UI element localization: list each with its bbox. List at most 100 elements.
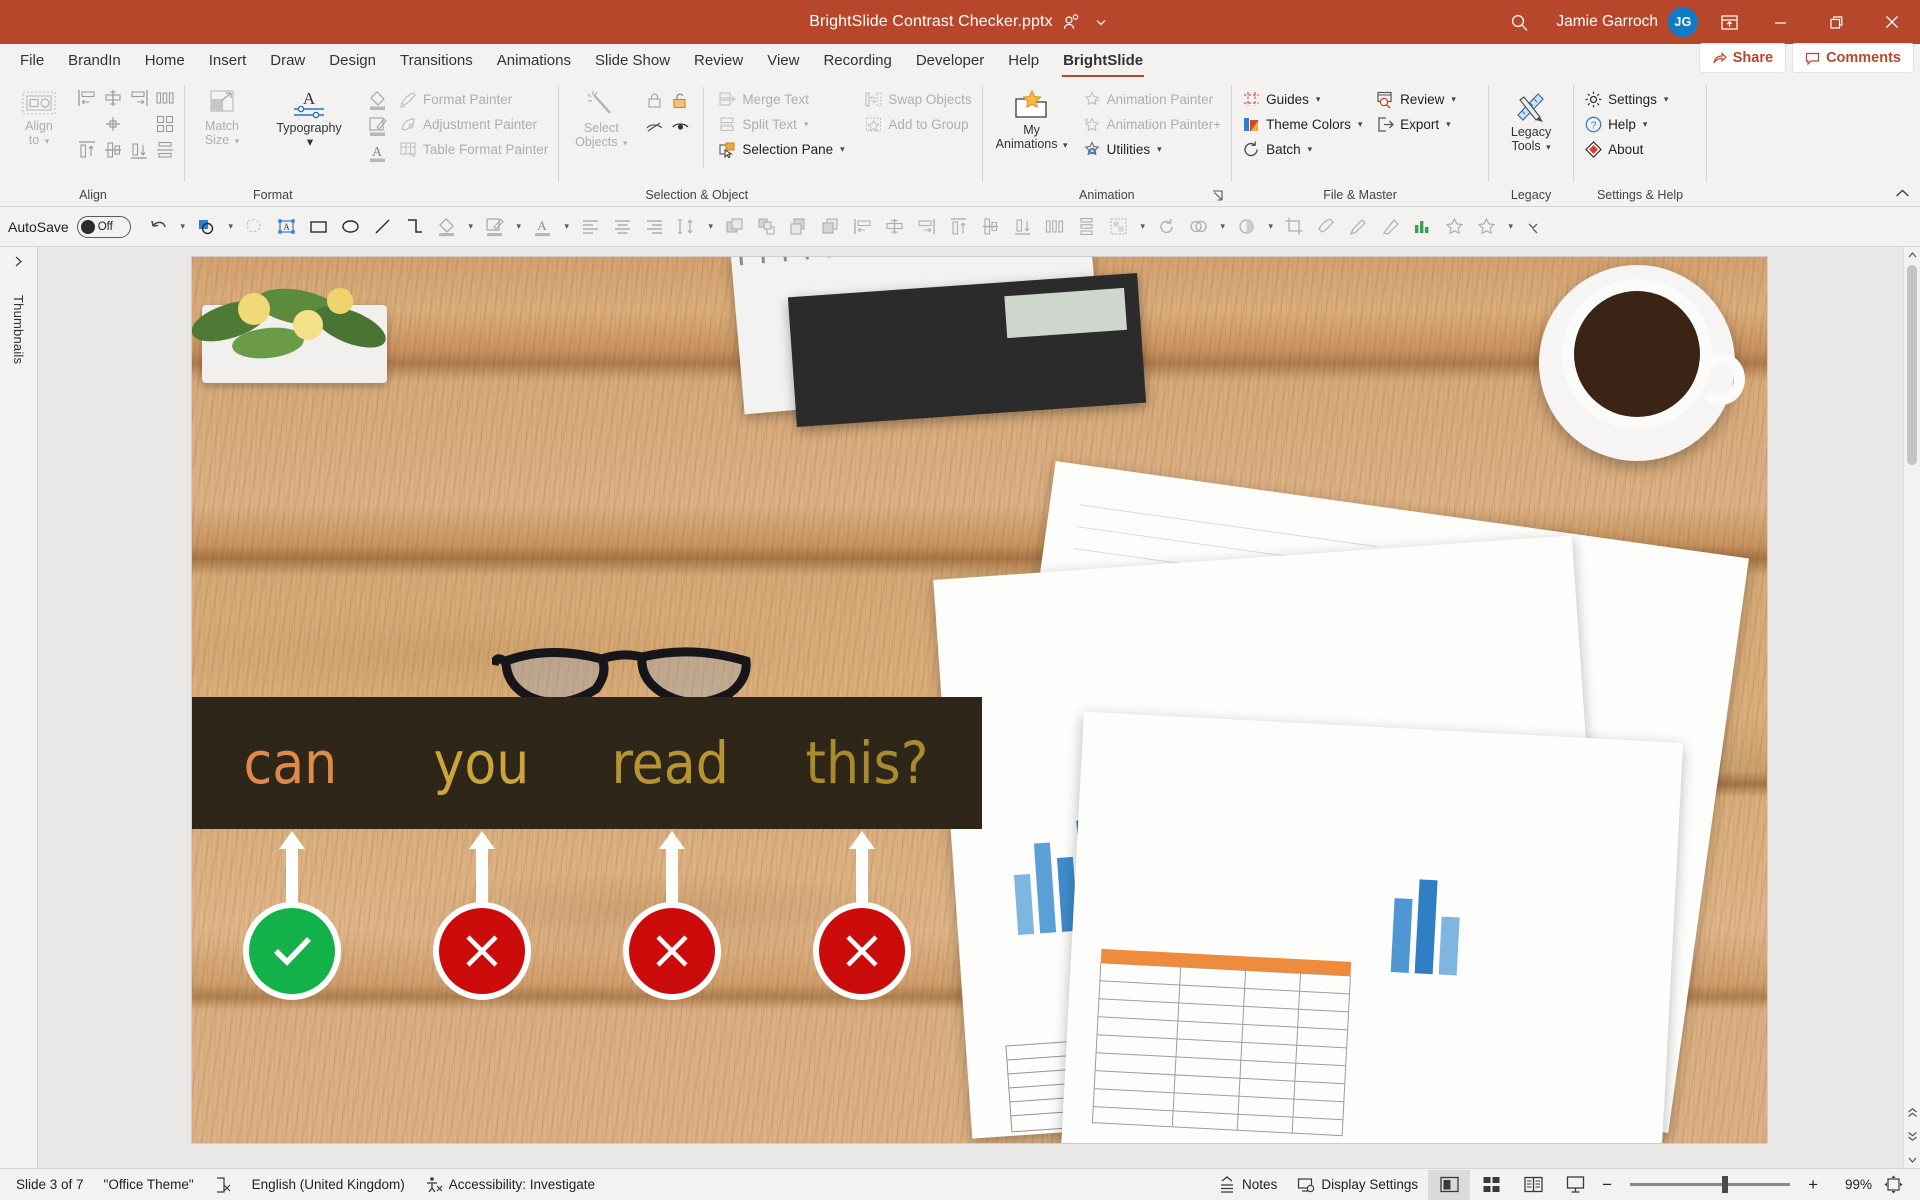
- status-badge-fail[interactable]: [812, 902, 911, 1000]
- favorite-star-icon[interactable]: [1439, 211, 1471, 243]
- tab-recording[interactable]: Recording: [811, 47, 903, 79]
- font-color-swatch-icon[interactable]: A: [365, 139, 391, 165]
- shape-fill-icon[interactable]: [431, 211, 463, 243]
- align-to-button[interactable]: Align to ▾: [8, 85, 70, 152]
- distribute-vertical-icon[interactable]: [152, 137, 178, 163]
- zoom-level[interactable]: 99%: [1824, 1177, 1872, 1192]
- review-chevron-icon[interactable]: ▾: [1451, 94, 1456, 105]
- autosave-toggle[interactable]: Off: [76, 215, 131, 238]
- zoom-in-button[interactable]: +: [1802, 1175, 1824, 1195]
- bring-forward-icon[interactable]: [719, 211, 751, 243]
- selection-pane-button[interactable]: Selection Pane ▾: [714, 137, 848, 162]
- tab-animations[interactable]: Animations: [485, 47, 583, 79]
- align-text-right-icon[interactable]: [639, 211, 671, 243]
- align-middle-icon[interactable]: [100, 111, 126, 137]
- align-left-icon[interactable]: [847, 211, 879, 243]
- avatar[interactable]: JG: [1668, 7, 1698, 37]
- crop-icon[interactable]: [1279, 211, 1311, 243]
- table-format-painter-button[interactable]: Table Format Painter: [395, 137, 552, 162]
- undo-icon[interactable]: [143, 211, 175, 243]
- align-middle-icon[interactable]: [975, 211, 1007, 243]
- align-bottom-icon[interactable]: [1007, 211, 1039, 243]
- format-painter-button[interactable]: Format Painter: [395, 87, 552, 112]
- ellipse-icon[interactable]: [335, 211, 367, 243]
- scroll-up-icon[interactable]: [1904, 247, 1920, 264]
- line-icon[interactable]: [367, 211, 399, 243]
- about-button[interactable]: About: [1580, 137, 1700, 162]
- adjustment-painter-button[interactable]: Adjustment Painter: [395, 112, 552, 137]
- slide-canvas[interactable]: can you read this?: [191, 257, 1767, 1143]
- collapse-ribbon-chevron-icon[interactable]: [1895, 187, 1910, 202]
- align-vertical-center-icon[interactable]: [100, 137, 126, 163]
- picture-corrections-icon[interactable]: [1231, 211, 1263, 243]
- animation-painter-button[interactable]: Animation Painter: [1079, 87, 1225, 112]
- rotate-icon[interactable]: [1151, 211, 1183, 243]
- slide-show-icon[interactable]: [1554, 1170, 1596, 1200]
- zoom-slider[interactable]: [1630, 1176, 1791, 1193]
- picture-effects-icon[interactable]: [1375, 211, 1407, 243]
- line-spacing-icon[interactable]: [671, 211, 703, 243]
- rectangle-icon[interactable]: [303, 211, 335, 243]
- selection-pane-chevron-icon[interactable]: ▾: [840, 144, 845, 155]
- legacy-tools-button[interactable]: Legacy Tools ▾: [1495, 85, 1567, 158]
- rate-star-icon[interactable]: [1471, 211, 1503, 243]
- align-bottom-icon[interactable]: [126, 137, 152, 163]
- insert-chart-icon[interactable]: [1407, 211, 1439, 243]
- animation-utilities-button[interactable]: Utilities ▾: [1079, 137, 1225, 162]
- tab-view[interactable]: View: [755, 47, 811, 79]
- outline-swatch-icon[interactable]: [365, 113, 391, 139]
- tab-home[interactable]: Home: [133, 47, 197, 79]
- animation-dialog-launcher[interactable]: [1211, 189, 1225, 203]
- align-right-icon[interactable]: [126, 85, 152, 111]
- select-objects-button[interactable]: Select Objects ▾: [565, 85, 637, 154]
- person-share-icon[interactable]: [1062, 12, 1082, 32]
- elbow-connector-icon[interactable]: [399, 211, 431, 243]
- font-color-chevron-icon[interactable]: ▾: [559, 211, 575, 243]
- merge-text-button[interactable]: Merge Text: [714, 87, 860, 112]
- align-left-icon[interactable]: [74, 85, 100, 111]
- hide-icon[interactable]: [641, 113, 667, 139]
- group-icon[interactable]: [1103, 211, 1135, 243]
- tab-slide-show[interactable]: Slide Show: [583, 47, 682, 79]
- shape-outline-chevron-icon[interactable]: ▾: [511, 211, 527, 243]
- language-label[interactable]: English (United Kingdom): [242, 1169, 415, 1200]
- shape-fill-chevron-icon[interactable]: ▾: [463, 211, 479, 243]
- remove-background-icon[interactable]: [1311, 211, 1343, 243]
- tab-brightslide[interactable]: BrightSlide: [1051, 47, 1155, 79]
- redo-shape-icon[interactable]: [191, 211, 223, 243]
- shape-outline-icon[interactable]: [479, 211, 511, 243]
- tab-help[interactable]: Help: [996, 47, 1051, 79]
- undo-chevron-icon[interactable]: ▾: [175, 211, 191, 243]
- redo-chevron-icon[interactable]: ▾: [223, 211, 239, 243]
- tab-developer[interactable]: Developer: [904, 47, 996, 79]
- lock-icon[interactable]: [641, 87, 667, 113]
- more-commands-icon[interactable]: [1519, 211, 1551, 243]
- chevron-down-icon[interactable]: [1091, 12, 1111, 32]
- theme-name[interactable]: "Office Theme": [94, 1169, 204, 1200]
- fill-swatch-icon[interactable]: [365, 87, 391, 113]
- vertical-scrollbar[interactable]: [1903, 247, 1920, 1168]
- align-top-icon[interactable]: [74, 137, 100, 163]
- theme-colors-button[interactable]: Theme Colors ▾: [1238, 112, 1368, 137]
- swap-objects-button[interactable]: Swap Objects: [860, 87, 975, 112]
- grid-arrange-icon[interactable]: [152, 111, 178, 137]
- group-chevron-icon[interactable]: ▾: [1135, 211, 1151, 243]
- typography-chevron-icon[interactable]: ▾: [307, 136, 313, 149]
- tab-review[interactable]: Review: [682, 47, 755, 79]
- scrollbar-thumb[interactable]: [1907, 265, 1917, 465]
- distribute-vertical-icon[interactable]: [1071, 211, 1103, 243]
- tab-draw[interactable]: Draw: [258, 47, 317, 79]
- send-to-back-icon[interactable]: [815, 211, 847, 243]
- settings-button[interactable]: Settings ▾: [1580, 87, 1700, 112]
- animation-painter-plus-button[interactable]: Animation Painter+: [1079, 112, 1225, 137]
- line-spacing-chevron-icon[interactable]: ▾: [703, 211, 719, 243]
- ribbon-display-options-icon[interactable]: [1706, 0, 1752, 44]
- match-size-button[interactable]: Match Size ▾: [191, 85, 253, 152]
- batch-chevron-icon[interactable]: ▾: [1308, 144, 1313, 155]
- tab-transitions[interactable]: Transitions: [388, 47, 485, 79]
- export-chevron-icon[interactable]: ▾: [1446, 119, 1451, 130]
- help-chevron-icon[interactable]: ▾: [1643, 119, 1648, 130]
- unlock-icon[interactable]: [667, 87, 693, 113]
- distribute-horizontal-icon[interactable]: [152, 85, 178, 111]
- comments-button[interactable]: Comments: [1792, 43, 1914, 73]
